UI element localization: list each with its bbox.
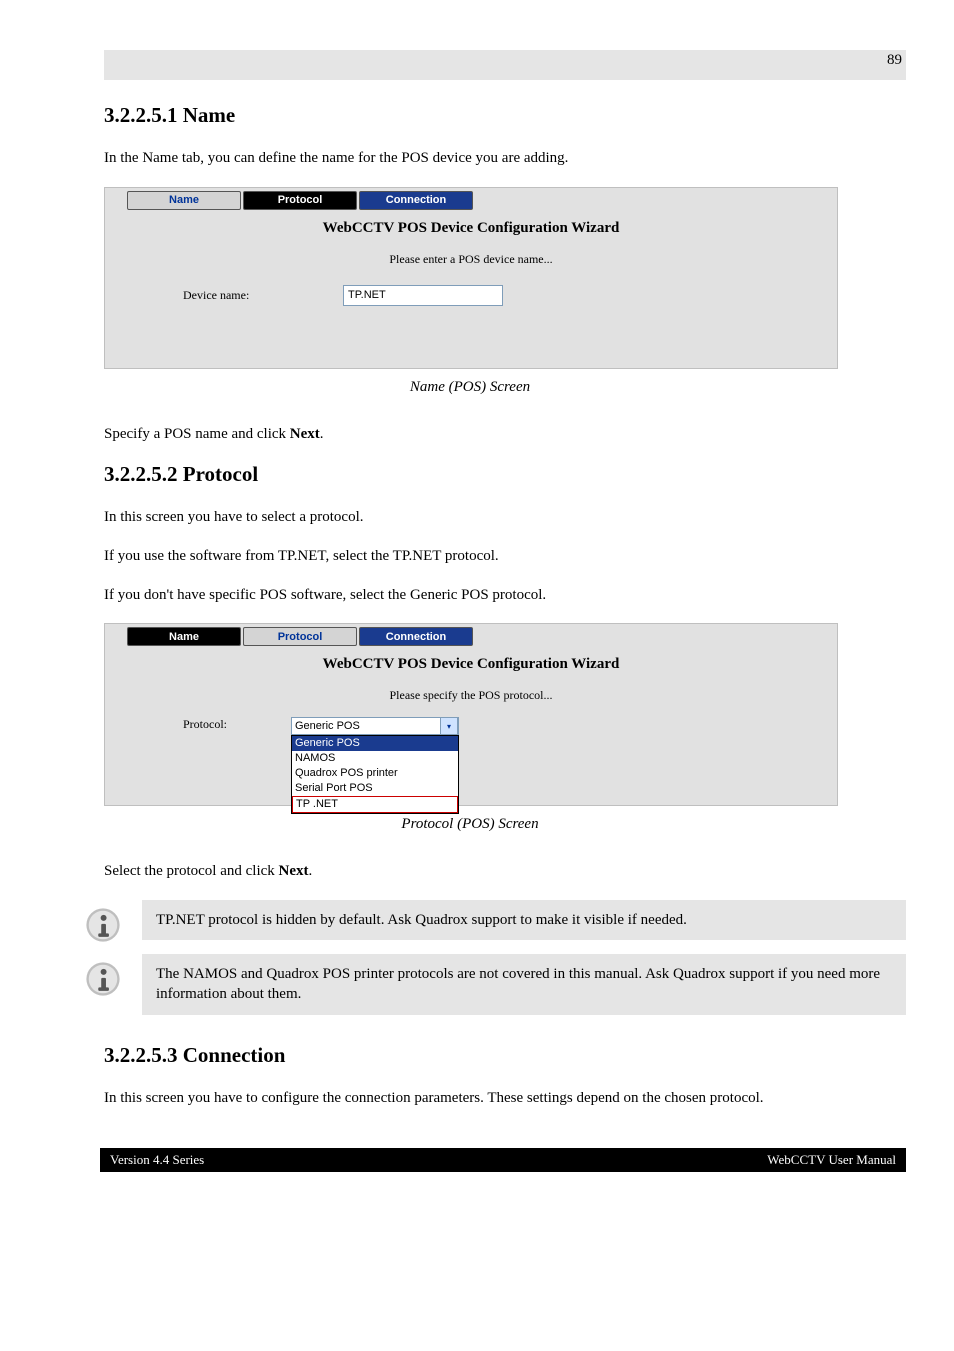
tab-name[interactable]: Name — [127, 191, 241, 210]
wizard-subtitle-2: Please specify the POS protocol... — [105, 688, 837, 703]
info-text-1: TP.NET protocol is hidden by default. As… — [142, 900, 906, 940]
device-name-label: Device name: — [183, 288, 343, 303]
caption-name: Name (POS) Screen — [104, 379, 836, 396]
chevron-down-icon: ▾ — [440, 717, 458, 735]
info-icon — [84, 906, 122, 944]
info-text-2: The NAMOS and Quadrox POS printer protoc… — [142, 954, 906, 1015]
dropdown-selected: Generic POS — [295, 720, 360, 732]
info-row-1: TP.NET protocol is hidden by default. As… — [84, 900, 906, 944]
connection-intro: In this screen you have to configure the… — [104, 1088, 906, 1109]
protocol-row: Protocol: Generic POS ▾ Generic POS NAMO… — [183, 717, 837, 735]
dropdown-option[interactable]: Serial Port POS — [292, 781, 458, 796]
wizard-title-2: WebCCTV POS Device Configuration Wizard — [105, 656, 837, 673]
device-name-row: Device name: — [183, 285, 837, 306]
body-specify-name: Specify a POS name and click Next. — [104, 424, 906, 445]
tab-protocol-2[interactable]: Protocol — [243, 627, 357, 646]
protocol-dropdown[interactable]: Generic POS ▾ — [291, 717, 459, 735]
screenshot-name-tab: Name Protocol Connection WebCCTV POS Dev… — [104, 187, 838, 369]
info-icon — [84, 960, 122, 998]
protocol-dropdown-wrap: Generic POS ▾ Generic POS NAMOS Quadrox … — [291, 717, 459, 735]
protocol-intro-2: If you use the software from TP.NET, sel… — [104, 546, 906, 567]
tab-protocol[interactable]: Protocol — [243, 191, 357, 210]
footer-right: WebCCTV User Manual — [767, 1152, 896, 1168]
section-connection-heading: 3.2.2.5.3 Connection — [104, 1043, 906, 1068]
wizard-title: WebCCTV POS Device Configuration Wizard — [105, 220, 837, 237]
dropdown-option[interactable]: Quadrox POS printer — [292, 766, 458, 781]
section-name-intro: In the Name tab, you can define the name… — [104, 148, 906, 169]
protocol-intro-3: If you don't have specific POS software,… — [104, 585, 906, 606]
page-number: 89 — [48, 52, 902, 69]
tab-name-2[interactable]: Name — [127, 627, 241, 646]
device-name-input[interactable] — [343, 285, 503, 306]
tab-connection[interactable]: Connection — [359, 191, 473, 210]
dropdown-option[interactable]: NAMOS — [292, 751, 458, 766]
footer-bar: Version 4.4 Series WebCCTV User Manual — [100, 1148, 906, 1172]
footer-left: Version 4.4 Series — [110, 1152, 204, 1168]
dropdown-option[interactable]: TP .NET — [292, 796, 458, 813]
protocol-label: Protocol: — [183, 717, 291, 732]
wizard-subtitle: Please enter a POS device name... — [105, 252, 837, 267]
protocol-intro-1: In this screen you have to select a prot… — [104, 507, 906, 528]
caption-protocol: Protocol (POS) Screen — [104, 816, 836, 833]
section-protocol-heading: 3.2.2.5.2 Protocol — [104, 462, 906, 487]
dropdown-list: Generic POS NAMOS Quadrox POS printer Se… — [291, 735, 459, 814]
page: 89 3.2.2.5.1 Name In the Name tab, you c… — [0, 0, 954, 1108]
tabs-row-2: Name Protocol Connection — [127, 627, 837, 646]
section-name-heading: 3.2.2.5.1 Name — [104, 103, 906, 128]
tabs-row: Name Protocol Connection — [127, 191, 837, 210]
tab-connection-2[interactable]: Connection — [359, 627, 473, 646]
info-row-2: The NAMOS and Quadrox POS printer protoc… — [84, 954, 906, 1015]
screenshot-protocol-tab: Name Protocol Connection WebCCTV POS Dev… — [104, 623, 838, 806]
body-select-protocol: Select the protocol and click Next. — [104, 861, 906, 882]
dropdown-option[interactable]: Generic POS — [292, 736, 458, 751]
